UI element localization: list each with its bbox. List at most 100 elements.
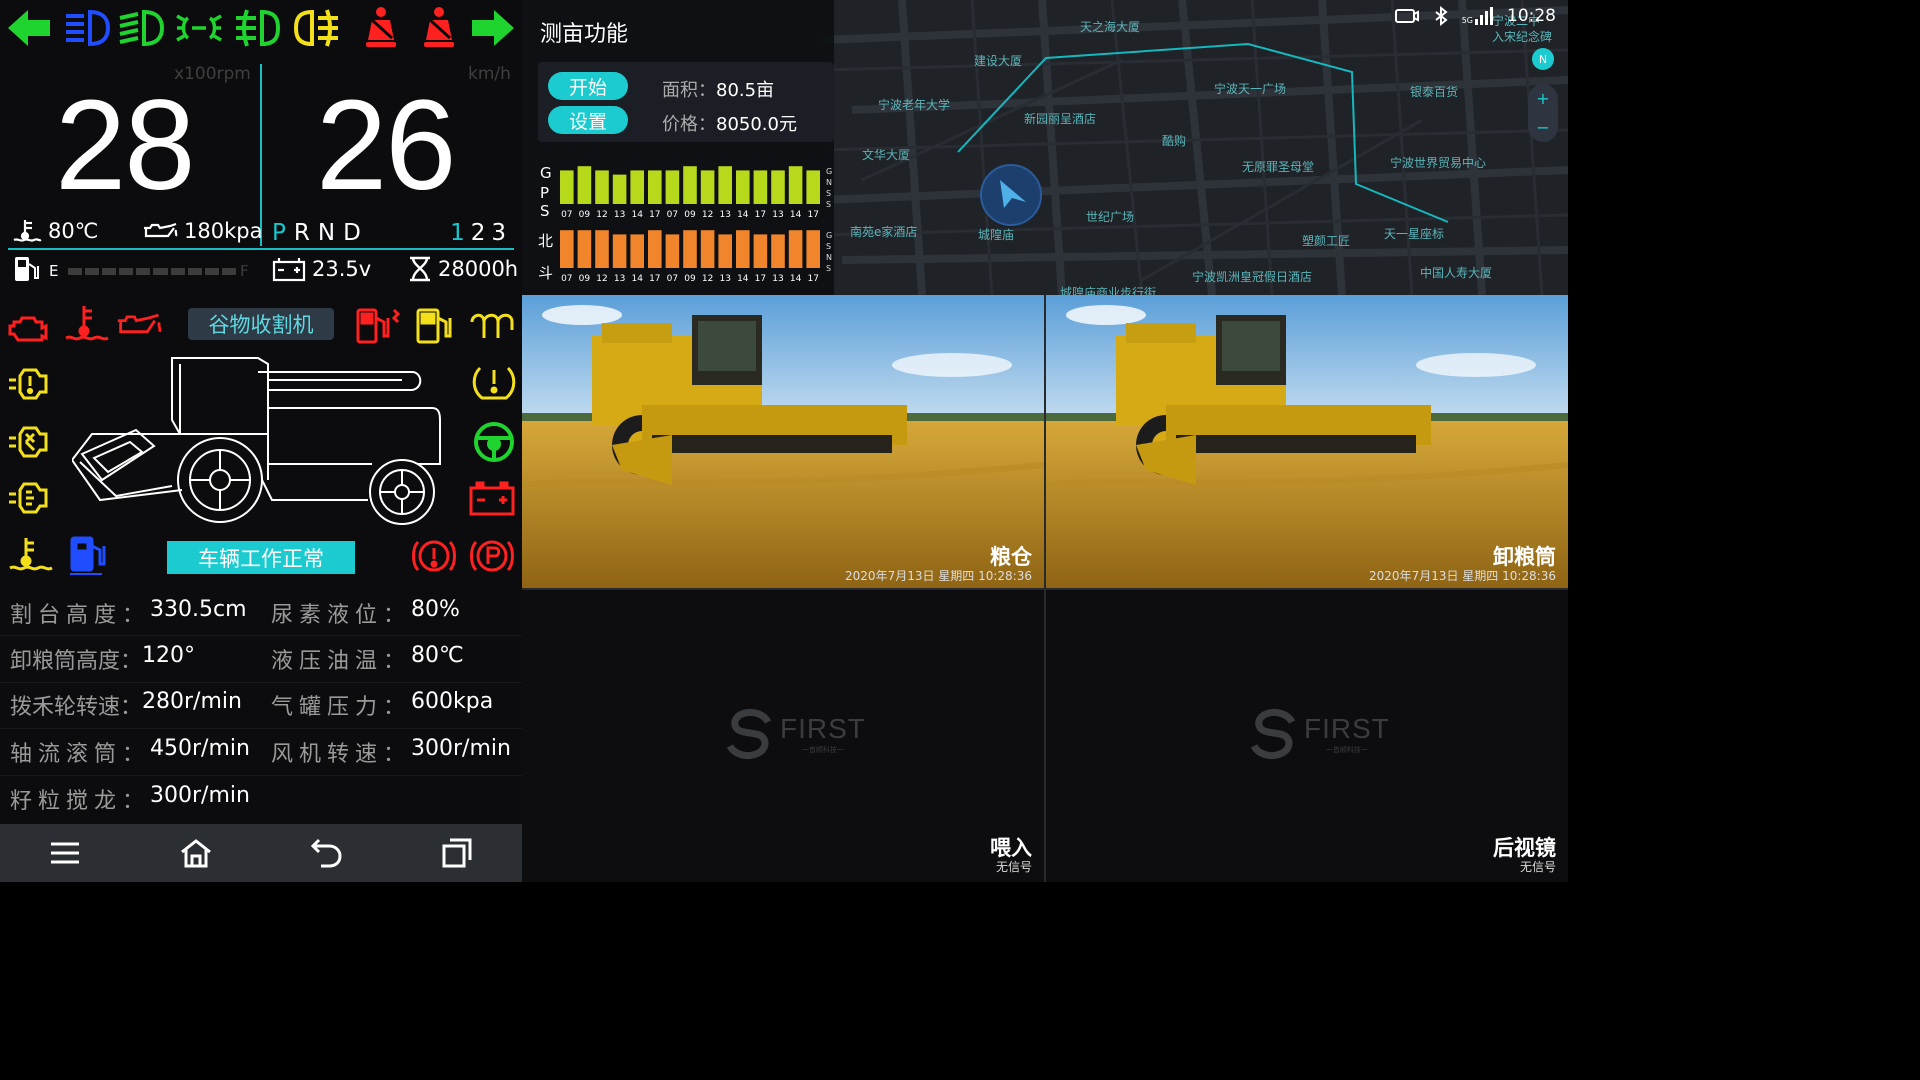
- signal-bar: [806, 230, 820, 268]
- map-poi[interactable]: 宁波老年大学: [878, 96, 950, 113]
- param-label: 卸粮筒高度：: [10, 649, 143, 675]
- signal-tick-label: 14: [737, 210, 749, 220]
- brand-logo: FIRST 一首顺科技一: [1248, 708, 1390, 760]
- menu-button[interactable]: [45, 833, 85, 873]
- signal-tick-label: 09: [579, 210, 591, 220]
- camera-view-rear-mirror[interactable]: FIRST 一首顺科技一 后视镜 无信号: [1046, 590, 1568, 882]
- map-poi[interactable]: 入宋纪念碑: [1492, 28, 1552, 45]
- passenger-seatbelt-warning-icon: [416, 6, 462, 50]
- area-value: 80.5亩: [716, 80, 775, 101]
- map-poi[interactable]: 世纪广场: [1086, 208, 1134, 225]
- signal-bar: [683, 166, 697, 204]
- signal-tick-label: 12: [596, 210, 607, 220]
- camera-view-grain-tank[interactable]: 粮仓 2020年7月13日 星期四 10:28:36: [522, 295, 1044, 588]
- threshing-warning-icon: [6, 420, 54, 464]
- seatbelt-warning-icon: [358, 6, 404, 50]
- signal-tick-label: 14: [790, 274, 802, 284]
- logo-subtext: 一首顺科技一: [1325, 746, 1368, 754]
- map-poi[interactable]: 银泰百货: [1410, 83, 1458, 100]
- compass-button[interactable]: N: [1532, 48, 1554, 70]
- signal-tick-label: 17: [649, 274, 660, 284]
- param-value: 300r/min: [150, 782, 250, 808]
- signal-tick-label: 12: [596, 274, 607, 284]
- gear-number-selector: 123: [450, 220, 512, 246]
- param-value: 280r/min: [142, 689, 242, 715]
- signal-bar: [771, 234, 785, 268]
- zoom-in-button[interactable]: +: [1536, 89, 1549, 108]
- signal-tick-label: 17: [755, 274, 766, 284]
- parameter-table: 割台高度： 330.5cm 尿素液位： 80% 卸粮筒高度： 120° 液压油温： 80…: [0, 590, 522, 822]
- front-fog-light-icon: [234, 6, 281, 50]
- map-poi[interactable]: 天之海大厦: [1080, 18, 1140, 35]
- signal-bar: [718, 234, 732, 268]
- camera-grid-divider: [1044, 295, 1046, 882]
- signal-bar: [595, 230, 609, 268]
- map-poi[interactable]: 塑颜工匠: [1302, 232, 1350, 249]
- recent-apps-button[interactable]: [437, 833, 477, 873]
- param-label: 割台高度：: [10, 602, 151, 628]
- position-light-icon: [176, 6, 222, 50]
- engine-hours-value: 28000h: [438, 257, 519, 281]
- map-poi[interactable]: 宁波凯洲皇冠假日酒店: [1192, 268, 1312, 285]
- camera-view-feeder[interactable]: FIRST 一首顺科技一 喂入 无信号: [522, 590, 1044, 882]
- coolant-temp-icon: [13, 220, 42, 242]
- zoom-out-button[interactable]: −: [1536, 118, 1549, 137]
- battery-warning-icon: [468, 478, 516, 522]
- map-poi[interactable]: 文华大厦: [862, 146, 910, 163]
- param-label: 尿素液位：: [271, 602, 412, 628]
- gps-right-s1: S: [826, 189, 832, 198]
- gps-axis-p: P: [540, 184, 550, 202]
- param-label: 气罐压力：: [271, 695, 412, 721]
- signal-bar: [612, 174, 627, 204]
- system-status-bar: 5G 10:28: [1394, 6, 1556, 26]
- low-fuel-icon: [412, 304, 460, 348]
- map-poi[interactable]: 南苑e家酒店: [850, 223, 917, 240]
- map-poi[interactable]: 城隍庙: [978, 226, 1014, 243]
- signal-tick-label: 17: [649, 210, 660, 220]
- map-poi[interactable]: 建设大厦: [974, 52, 1022, 69]
- home-button[interactable]: [176, 833, 216, 873]
- param-row: 卸粮筒高度： 120° 液压油温： 80℃: [0, 636, 522, 683]
- vehicle-status-badge: 车辆工作正常: [167, 541, 355, 574]
- map-poi[interactable]: 中国人寿大厦: [1420, 264, 1492, 281]
- map-poi[interactable]: 宁波天一广场: [1214, 80, 1286, 97]
- start-button[interactable]: 开始: [548, 72, 628, 100]
- first-logo-icon: [1250, 708, 1296, 760]
- gps-signal-chart: 07 09 12 13 14 17 07 09 12 13 14 17 13 14 17: [560, 166, 820, 220]
- network-type: 5G: [1461, 16, 1473, 25]
- camera-timestamp: 2020年7月13日 星期四 10:28:36: [845, 569, 1032, 583]
- signal-tick-label: 14: [631, 210, 643, 220]
- harvester-photo: [522, 295, 1044, 588]
- map-poi[interactable]: 城隍庙商业步行街: [1060, 284, 1156, 295]
- map-poi[interactable]: 酷购: [1162, 132, 1186, 149]
- glow-plug-icon: [468, 306, 516, 350]
- gear-selector: PRND: [272, 220, 369, 246]
- bd-right-g: G: [826, 231, 833, 240]
- area-label: 面积：: [662, 80, 716, 101]
- signal-bar: [753, 234, 768, 268]
- signal-tick-label: 07: [667, 274, 678, 284]
- back-button[interactable]: [306, 833, 346, 873]
- oil-pressure-value: 180kpa: [184, 219, 263, 243]
- map-poi[interactable]: 新园丽呈酒店: [1024, 110, 1096, 127]
- signal-tick-label: 14: [790, 210, 802, 220]
- signal-bar: [736, 230, 750, 268]
- engine-check-icon: [6, 306, 54, 350]
- signal-tick-label: 09: [684, 274, 696, 284]
- signal-tick-label: 07: [561, 210, 572, 220]
- param-value: 330.5cm: [150, 596, 247, 622]
- menu-icon: [51, 842, 80, 864]
- signal-tick-label: 17: [755, 210, 766, 220]
- map-poi[interactable]: 天一星座标: [1384, 225, 1444, 242]
- signal-bar: [577, 166, 592, 204]
- map-poi[interactable]: 宁波世界贸易中心: [1390, 154, 1486, 171]
- logo-text: FIRST: [1304, 713, 1390, 744]
- signal-bar: [560, 170, 574, 204]
- hourglass-icon: [410, 256, 430, 282]
- signal-bar: [577, 230, 592, 268]
- map-poi[interactable]: 无原罪圣母堂: [1242, 158, 1314, 175]
- map-window[interactable]: 天之海大厦 建设大厦 宁波老年大学 新园丽呈酒店 宁波天一广场 银泰百货 文华大…: [522, 0, 1568, 295]
- settings-button[interactable]: 设置: [548, 106, 628, 134]
- water-in-fuel-icon: [66, 534, 114, 578]
- camera-view-unloading-auger[interactable]: 卸粮筒 2020年7月13日 星期四 10:28:36: [1046, 295, 1568, 588]
